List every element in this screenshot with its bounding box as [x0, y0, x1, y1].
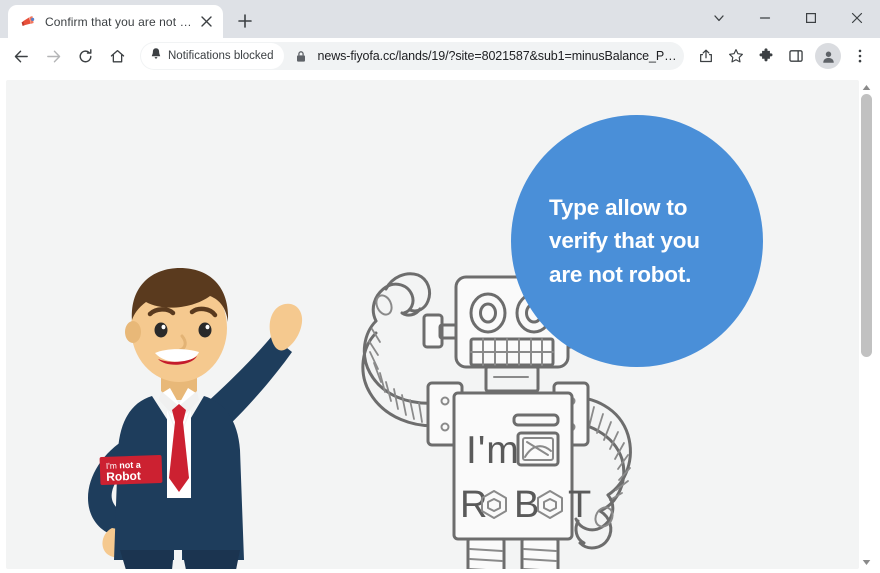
close-window-button[interactable]: [834, 1, 880, 35]
notifications-blocked-chip[interactable]: Notifications blocked: [141, 43, 284, 69]
badge-line-2: Robot: [106, 469, 141, 484]
robot-chest-line-2: R: [460, 484, 488, 526]
svg-text:B: B: [514, 484, 540, 526]
extensions-icon[interactable]: [752, 42, 780, 70]
address-bar[interactable]: Notifications blocked news-fiyofa.cc/lan…: [140, 42, 684, 70]
window-controls: [696, 0, 880, 36]
back-button[interactable]: [6, 41, 36, 71]
browser-window: Confirm that you are not a robot: [0, 0, 880, 573]
profile-avatar[interactable]: [815, 43, 841, 69]
tab-title: Confirm that you are not a robot: [45, 15, 193, 29]
callout-line-2: verify that you: [549, 224, 700, 257]
notifications-blocked-label: Notifications blocked: [168, 50, 273, 62]
page-frame: Type allow to verify that you are not ro…: [0, 74, 880, 573]
scroll-down-icon[interactable]: [859, 555, 874, 569]
home-button[interactable]: [102, 41, 132, 71]
share-icon[interactable]: [692, 42, 720, 70]
robot-chest-line-1: I'm: [466, 429, 520, 472]
tab-strip: Confirm that you are not a robot: [0, 0, 880, 38]
new-tab-button[interactable]: [231, 7, 259, 35]
close-icon[interactable]: [197, 13, 215, 31]
page-content: Type allow to verify that you are not ro…: [6, 80, 859, 569]
browser-toolbar: Notifications blocked news-fiyofa.cc/lan…: [0, 38, 880, 74]
url-display: news-fiyofa.cc/lands/19/?site=8021587&su…: [314, 49, 680, 63]
minimize-button[interactable]: [742, 1, 788, 35]
callout-text: Type allow to verify that you are not ro…: [511, 191, 716, 291]
maximize-button[interactable]: [788, 1, 834, 35]
vertical-scrollbar[interactable]: [859, 80, 874, 569]
tab-search-button[interactable]: [696, 1, 742, 35]
callout-line-3: are not robot.: [549, 258, 700, 291]
browser-menu-icon[interactable]: [846, 42, 874, 70]
scrollbar-thumb[interactable]: [861, 94, 872, 357]
bookmark-star-icon[interactable]: [722, 42, 750, 70]
reload-button[interactable]: [70, 41, 100, 71]
callout-line-1: Type allow to: [549, 191, 700, 224]
scroll-up-icon[interactable]: [859, 80, 874, 94]
bell-icon: [150, 47, 162, 65]
scrollbar-track[interactable]: [859, 94, 874, 555]
lock-icon[interactable]: [288, 43, 314, 69]
forward-button[interactable]: [38, 41, 68, 71]
megaphone-icon: [20, 14, 36, 30]
svg-text:T: T: [568, 484, 592, 526]
businessman-illustration: I'm not a Robot: [54, 260, 304, 569]
side-panel-icon[interactable]: [782, 42, 810, 70]
browser-tab-active[interactable]: Confirm that you are not a robot: [8, 5, 223, 38]
callout-bubble: Type allow to verify that you are not ro…: [511, 115, 763, 367]
